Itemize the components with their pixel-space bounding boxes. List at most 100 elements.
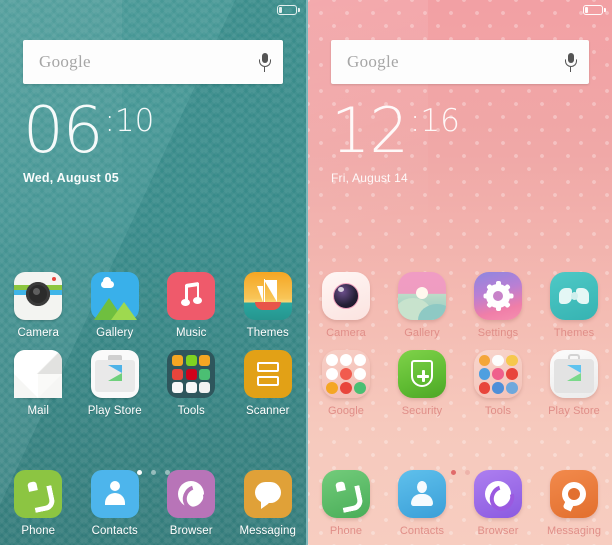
dock-contacts[interactable]: Contacts [77,470,154,537]
app-label: Browser [169,525,213,537]
mail-envelope-icon[interactable] [14,350,63,398]
browser-icon[interactable] [474,470,522,518]
tools-folder-icon[interactable] [167,350,216,398]
clock-hours: 12 [331,94,409,167]
messaging-icon[interactable] [243,470,292,518]
app-row: Camera Gallery Settings Themes [308,272,612,339]
app-label: Contacts [91,525,138,537]
search-input[interactable]: Google [347,52,564,72]
app-google-folder[interactable]: Google [308,350,384,417]
app-gallery[interactable]: Gallery [77,272,154,339]
google-folder-icon[interactable] [322,350,370,398]
app-camera[interactable]: Camera [0,272,77,339]
google-search-bar[interactable]: Google [23,40,283,84]
app-label: Gallery [96,327,134,339]
app-label: Settings [477,327,519,339]
settings-gear-icon[interactable] [474,272,522,320]
dock-browser[interactable]: Browser [460,470,536,537]
app-label: Google [327,405,365,417]
status-bar [308,0,612,20]
app-label: Security [401,405,443,417]
app-play-store[interactable]: Play Store [536,350,612,417]
app-label: Camera [326,327,366,339]
app-security[interactable]: Security [384,350,460,417]
scanner-icon[interactable] [243,350,292,398]
clock-date: Wed, August 05 [23,171,119,185]
app-label: Play Store [87,405,142,417]
dock-phone[interactable]: Phone [0,470,77,537]
app-label: Play Store [548,405,600,417]
contacts-icon[interactable] [398,470,446,518]
battery-icon [583,5,606,15]
app-row: Mail Play Store Tools Scanner [0,350,306,417]
app-tools-folder[interactable]: Tools [153,350,230,417]
music-icon[interactable] [167,272,216,320]
app-label: Themes [553,327,595,339]
dock-phone[interactable]: Phone [308,470,384,537]
app-label: Themes [246,327,289,339]
app-label: Messaging [546,525,602,537]
app-label: Scanner [245,405,290,417]
app-mail[interactable]: Mail [0,350,77,417]
google-search-bar[interactable]: Google [331,40,589,84]
phone-icon[interactable] [14,470,63,518]
dock-messaging[interactable]: Messaging [536,470,612,537]
status-bar [0,0,306,20]
app-play-store[interactable]: Play Store [77,350,154,417]
app-music[interactable]: Music [153,272,230,339]
gallery-icon[interactable] [398,272,446,320]
themes-bowtie-icon[interactable] [550,272,598,320]
home-screen-pink: Google 12 :16 Fri, August 14 Camera Gall… [306,0,612,545]
app-camera[interactable]: Camera [308,272,384,339]
browser-icon[interactable] [167,470,216,518]
clock-date: Fri, August 14 [331,171,408,185]
app-scanner[interactable]: Scanner [230,350,307,417]
app-row: Camera Gallery Music Themes [0,272,306,339]
app-label: Mail [27,405,49,417]
clock-minutes: :16 [409,103,460,139]
search-input[interactable]: Google [39,52,258,72]
app-gallery[interactable]: Gallery [384,272,460,339]
clock-widget[interactable]: 12 :16 Fri, August 14 [331,94,460,186]
app-grid: Camera Gallery Music Themes Mail Play St… [0,272,306,417]
app-label: Camera [17,327,59,339]
microphone-icon[interactable] [258,51,271,73]
app-grid: Camera Gallery Settings Themes Google Se… [308,272,612,417]
security-shield-icon[interactable] [398,350,446,398]
dock: Phone Contacts Browser Messaging [0,470,306,537]
themes-sailboat-icon[interactable] [243,272,292,320]
app-themes[interactable]: Themes [536,272,612,339]
app-themes[interactable]: Themes [230,272,307,339]
camera-icon[interactable] [14,272,63,320]
gallery-icon[interactable] [90,272,139,320]
dock-browser[interactable]: Browser [153,470,230,537]
dock-messaging[interactable]: Messaging [230,470,307,537]
clock-widget[interactable]: 06 :10 Wed, August 05 [23,94,155,185]
app-label: Browser [477,525,519,537]
play-store-icon[interactable] [550,350,598,398]
play-store-icon[interactable] [90,350,139,398]
app-label: Gallery [404,327,440,339]
app-label: Tools [177,405,205,417]
app-row: Google Security Tools Play Store [308,350,612,417]
camera-icon[interactable] [322,272,370,320]
contacts-icon[interactable] [90,470,139,518]
clock-hours: 06 [23,94,103,168]
app-label: Contacts [399,525,445,537]
app-label: Phone [21,525,56,537]
clock-minutes: :10 [104,103,155,139]
app-label: Phone [329,525,363,537]
app-tools-folder[interactable]: Tools [460,350,536,417]
app-settings[interactable]: Settings [460,272,536,339]
app-label: Music [175,327,207,339]
app-label: Messaging [239,525,296,537]
phone-icon[interactable] [322,470,370,518]
battery-icon [277,5,300,15]
dock-contacts[interactable]: Contacts [384,470,460,537]
home-screen-teal: Google 06 :10 Wed, August 05 Camera Gall… [0,0,306,545]
tools-folder-icon[interactable] [474,350,522,398]
microphone-icon[interactable] [564,51,577,73]
messaging-icon[interactable] [550,470,598,518]
app-label: Tools [484,405,512,417]
dock: Phone Contacts Browser Messaging [308,470,612,537]
